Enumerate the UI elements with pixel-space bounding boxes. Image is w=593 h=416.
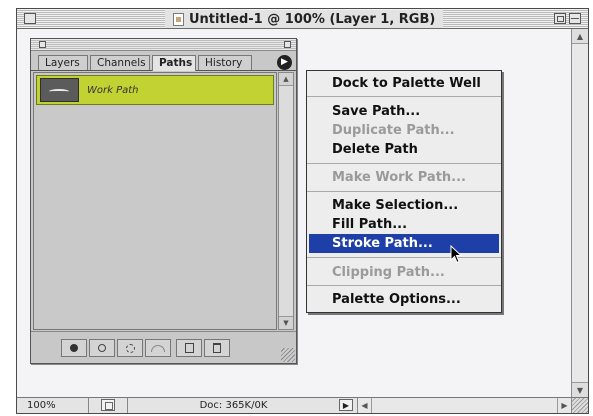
- tab-paths[interactable]: Paths: [152, 55, 196, 71]
- path-name: Work Path: [87, 84, 139, 96]
- menu-item-delete-path[interactable]: Delete Path: [307, 140, 501, 159]
- path-row-work-path[interactable]: Work Path: [36, 75, 274, 105]
- load-selection-button[interactable]: [117, 339, 143, 357]
- document-icon: [173, 12, 184, 26]
- load-selection-icon: [125, 344, 135, 353]
- paths-palette: Layers Channels Paths History ▶ Work Pat…: [30, 38, 297, 364]
- stroke-path-button[interactable]: [89, 339, 115, 357]
- doc-size-readout: Doc: 365K/0K: [127, 398, 339, 413]
- menu-item-make-selection[interactable]: Make Selection...: [307, 196, 501, 215]
- menu-item-dock-to-palette-well[interactable]: Dock to Palette Well: [307, 74, 501, 93]
- tab-layers[interactable]: Layers: [38, 55, 88, 70]
- palette-title-bar[interactable]: [31, 39, 296, 51]
- mouse-pointer-icon: [450, 245, 463, 264]
- menu-separator: [307, 285, 501, 286]
- menu-item-make-work-path: Make Work Path...: [332, 170, 466, 185]
- scroll-up-arrow-icon[interactable]: ▲: [572, 29, 588, 44]
- palette-close-box[interactable]: [39, 41, 46, 48]
- horizontal-scrollbar[interactable]: ◀ ▶: [357, 398, 571, 413]
- status-bar: 100% Doc: 365K/0K ▶ ◀ ▶: [17, 397, 588, 413]
- paths-list: Work Path: [33, 72, 277, 330]
- fill-path-icon: [70, 344, 78, 352]
- menu-separator: [307, 191, 501, 192]
- window-title-text: Untitled-1 @ 100% (Layer 1, RGB): [189, 11, 436, 27]
- palette-footer: [31, 331, 296, 363]
- new-path-button[interactable]: [176, 339, 202, 357]
- make-work-path-button[interactable]: [145, 339, 171, 357]
- path-thumbnail: [40, 78, 79, 102]
- title-bar[interactable]: Untitled-1 @ 100% (Layer 1, RGB): [17, 9, 588, 29]
- resize-grip[interactable]: [571, 398, 588, 413]
- window-title: Untitled-1 @ 100% (Layer 1, RGB): [165, 10, 444, 28]
- menu-separator: [307, 257, 501, 258]
- menu-item-clipping-path: Clipping Path...: [332, 265, 445, 280]
- menu-separator: [307, 163, 501, 164]
- trash-icon: [213, 343, 221, 353]
- menu-item-fill-path[interactable]: Fill Path...: [307, 215, 501, 234]
- scroll-down-arrow-icon[interactable]: ▼: [572, 382, 588, 397]
- new-path-icon: [184, 343, 194, 353]
- menu-item-stroke-path[interactable]: Stroke Path...: [309, 234, 499, 253]
- collapse-box[interactable]: [569, 13, 581, 24]
- vertical-scrollbar[interactable]: ▲ ▼: [571, 29, 588, 397]
- tab-channels[interactable]: Channels: [90, 55, 150, 70]
- tab-history[interactable]: History: [198, 55, 252, 70]
- make-work-path-icon: [151, 345, 165, 352]
- zoom-box[interactable]: [554, 13, 566, 24]
- menu-item-save-path[interactable]: Save Path...: [307, 102, 501, 121]
- palette-menu-arrow-icon[interactable]: ▶: [277, 55, 292, 70]
- palette-scroll-up-icon[interactable]: ▲: [279, 73, 293, 86]
- palette-collapse-box[interactable]: [284, 41, 291, 48]
- palette-tabs: Layers Channels Paths History ▶: [31, 52, 296, 71]
- close-box[interactable]: [24, 13, 36, 24]
- scroll-left-arrow-icon[interactable]: ◀: [358, 398, 372, 413]
- stroke-path-icon: [98, 344, 106, 352]
- menu-item-palette-options[interactable]: Palette Options...: [307, 290, 501, 309]
- menu-separator: [307, 96, 501, 97]
- delete-path-button[interactable]: [204, 339, 230, 357]
- scroll-right-arrow-icon[interactable]: ▶: [557, 398, 571, 413]
- paths-palette-menu: Dock to Palette Well Save Path... Duplic…: [306, 70, 502, 313]
- document-info-icon[interactable]: [101, 399, 115, 411]
- zoom-level-field[interactable]: 100%: [17, 398, 89, 413]
- palette-scroll-down-icon[interactable]: ▼: [279, 316, 293, 329]
- fill-path-button[interactable]: [61, 339, 87, 357]
- menu-item-duplicate-path: Duplicate Path...: [332, 123, 455, 138]
- palette-scrollbar[interactable]: ▲ ▼: [278, 72, 294, 330]
- palette-resize-grip[interactable]: [281, 348, 295, 362]
- status-menu-arrow-icon[interactable]: ▶: [339, 399, 353, 411]
